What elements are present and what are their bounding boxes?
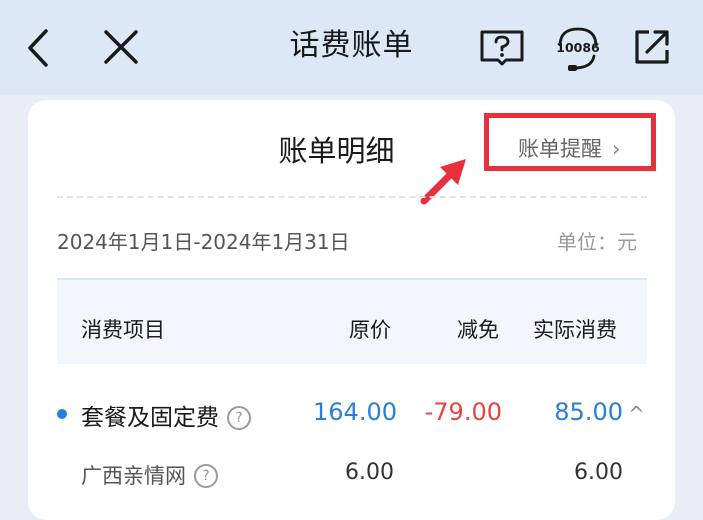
unit-label: 单位：元	[557, 230, 637, 254]
table-row: 广西亲情网? 6.00 6.00	[57, 460, 647, 490]
table-header: 消费项目 原价 减免 实际消费	[57, 278, 647, 364]
column-header-discount: 减免	[457, 318, 499, 342]
help-icon[interactable]: ?	[227, 406, 251, 430]
table-row[interactable]: 套餐及固定费? 164.00 -79.00 85.00 ^	[57, 398, 647, 434]
row-item-name: 套餐及固定费	[81, 405, 219, 431]
annotation-arrow-icon	[420, 159, 466, 205]
service-number: 10086	[556, 40, 600, 55]
row-actual: 6.00	[574, 460, 623, 485]
billing-period: 2024年1月1日-2024年1月31日	[57, 230, 350, 254]
row-item-name: 广西亲情网	[81, 464, 186, 488]
help-book-icon[interactable]	[479, 29, 525, 67]
customer-service-headset-icon[interactable]: 10086	[552, 24, 604, 72]
row-original-price: 6.00	[345, 460, 394, 485]
column-header-actual: 实际消费	[533, 318, 617, 342]
help-icon[interactable]: ?	[194, 464, 218, 488]
bill-reminder-label: 账单提醒	[518, 137, 602, 161]
column-header-original: 原价	[349, 318, 391, 342]
collapse-caret-icon[interactable]: ^	[628, 402, 645, 426]
chevron-right-icon: ›	[612, 137, 621, 161]
column-header-item: 消费项目	[81, 318, 165, 342]
divider	[57, 196, 647, 198]
bill-reminder-link[interactable]: 账单提醒 ›	[518, 133, 620, 163]
top-bar: 话费账单 10086	[0, 0, 703, 95]
row-actual: 85.00	[554, 398, 623, 426]
bullet-dot	[57, 409, 67, 419]
row-discount: -79.00	[424, 398, 502, 426]
share-icon[interactable]	[632, 27, 672, 67]
